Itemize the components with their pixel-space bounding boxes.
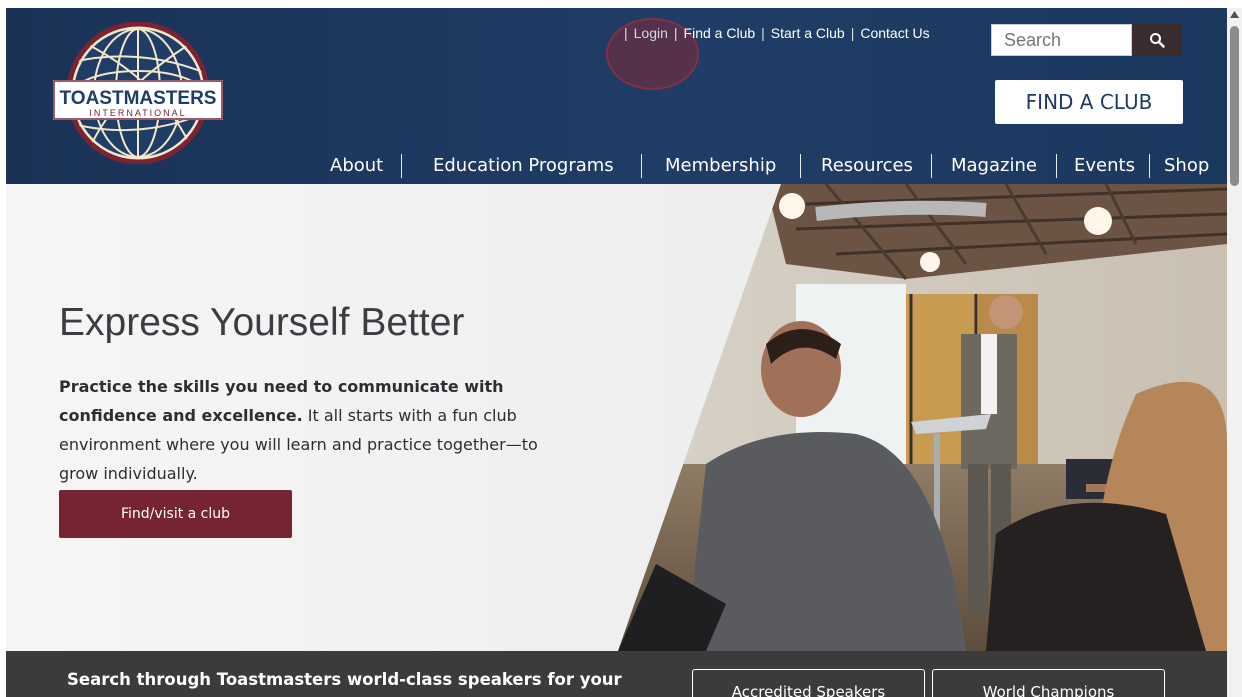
speakers-band-text: Search through Toastmasters world-class … — [67, 670, 622, 689]
nav-about[interactable]: About — [330, 152, 383, 180]
page-scrollbar[interactable] — [1227, 8, 1242, 697]
speakers-band: Search through Toastmasters world-class … — [6, 651, 1227, 697]
search-input[interactable] — [991, 24, 1132, 56]
search-icon — [1150, 33, 1165, 48]
logo-wordmark: TOASTMASTERS — [60, 88, 217, 109]
find-visit-club-button[interactable]: Find/visit a club — [59, 490, 292, 538]
utility-separator: | — [624, 25, 628, 41]
nav-membership[interactable]: Membership — [665, 152, 776, 180]
nav-divider — [1149, 154, 1150, 178]
scroll-up-arrow-icon[interactable] — [1227, 11, 1242, 23]
accredited-speakers-button[interactable]: Accredited Speakers — [692, 669, 925, 697]
browser-top-strip — [0, 0, 1242, 8]
world-champions-button[interactable]: World Champions — [932, 669, 1165, 697]
site-header: TOASTMASTERS INTERNATIONAL | Login | Fin… — [6, 8, 1227, 184]
utility-nav: | Login | Find a Club | Start a Club | C… — [618, 23, 930, 43]
hero-title: Express Yourself Better — [59, 301, 465, 344]
scrollbar-thumb[interactable] — [1230, 26, 1239, 186]
nav-shop[interactable]: Shop — [1164, 152, 1209, 180]
nav-divider — [1056, 154, 1057, 178]
find-a-club-button[interactable]: FIND A CLUB — [995, 80, 1183, 124]
nav-education-programs[interactable]: Education Programs — [433, 152, 614, 180]
logo-subtext: INTERNATIONAL — [89, 108, 186, 118]
nav-events[interactable]: Events — [1074, 152, 1135, 180]
toastmasters-logo[interactable]: TOASTMASTERS INTERNATIONAL — [53, 22, 223, 164]
nav-resources[interactable]: Resources — [821, 152, 913, 180]
nav-divider — [401, 154, 402, 178]
login-link[interactable]: Login — [634, 25, 668, 41]
find-a-club-link[interactable]: Find a Club — [684, 25, 756, 41]
utility-separator: | — [673, 25, 678, 41]
contact-us-link[interactable]: Contact Us — [860, 25, 929, 41]
nav-divider — [800, 154, 801, 178]
hero-description: Practice the skills you need to communic… — [59, 372, 579, 488]
utility-separator: | — [850, 25, 855, 41]
utility-separator: | — [761, 25, 765, 41]
search-button[interactable] — [1132, 24, 1182, 56]
start-a-club-link[interactable]: Start a Club — [771, 25, 845, 41]
hero-section: Express Yourself Better Practice the ski… — [6, 184, 1227, 651]
nav-magazine[interactable]: Magazine — [951, 152, 1037, 180]
main-nav: About Education Programs Membership Reso… — [6, 152, 1242, 180]
nav-divider — [641, 154, 642, 178]
nav-divider — [931, 154, 932, 178]
